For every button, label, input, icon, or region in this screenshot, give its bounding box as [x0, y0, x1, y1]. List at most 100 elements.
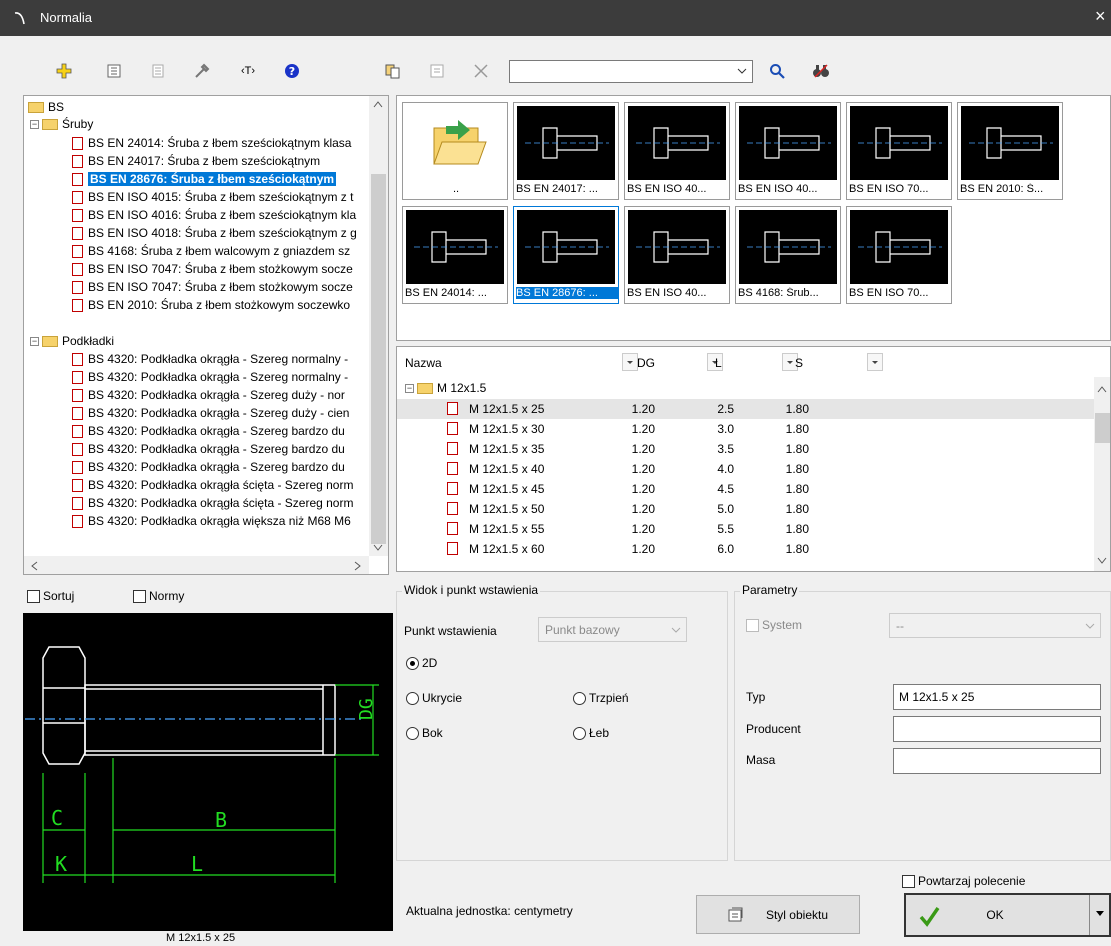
thumb-item[interactable]: BS EN ISO 70... [846, 102, 952, 200]
thumb-item[interactable]: BS EN 24017: ... [513, 102, 619, 200]
ok-dropdown[interactable] [1089, 895, 1109, 935]
filter-dropdown[interactable] [867, 353, 883, 371]
tree-item[interactable]: BS 4320: Podkładka okrągła - Szereg bard… [72, 422, 345, 440]
system-checkbox[interactable]: System [746, 618, 802, 633]
tree-item[interactable]: BS 4320: Podkładka okrągła ścięta - Szer… [72, 494, 353, 512]
tree-folder-podkladki[interactable]: − Podkładki [30, 332, 114, 350]
thumb-item[interactable]: BS EN 28676: ... [513, 206, 619, 304]
tree-item[interactable]: BS EN ISO 4018: Śruba z łbem sześciokątn… [72, 224, 357, 242]
tree-item[interactable]: BS EN ISO 7047: Śruba z łbem stożkowym s… [72, 278, 353, 296]
scroll-down-icon[interactable] [373, 544, 383, 552]
document-icon[interactable] [147, 60, 169, 82]
search-input[interactable] [513, 61, 733, 81]
radio-circle[interactable] [573, 727, 586, 741]
radio-circle[interactable] [406, 727, 419, 741]
table-row[interactable]: M 12x1.5 x 45 1.20 4.5 1.80 [397, 479, 1094, 499]
scroll-down-icon[interactable] [1097, 557, 1107, 565]
thumbnail-panel[interactable]: .. BS EN 24017: ... BS EN ISO 40... BS EN … [396, 95, 1111, 341]
scroll-thumb[interactable] [1095, 413, 1110, 443]
table-row[interactable]: M 12x1.5 x 50 1.20 5.0 1.80 [397, 499, 1094, 519]
tree-hscroll[interactable] [24, 556, 369, 574]
tools-icon[interactable] [191, 60, 213, 82]
scroll-left-icon[interactable] [30, 561, 38, 571]
tree-item[interactable]: BS 4320: Podkładka okrągła - Szereg duży… [72, 386, 345, 404]
chevron-down-icon[interactable] [1084, 620, 1096, 632]
properties-icon[interactable] [103, 60, 125, 82]
chevron-down-icon[interactable] [868, 354, 882, 370]
tree-item[interactable]: BS EN 28676: Śruba z łbem sześciokątnym [72, 170, 337, 188]
scroll-thumb[interactable] [371, 174, 386, 544]
chevron-down-icon[interactable] [736, 65, 748, 77]
tree-item[interactable]: BS 4168: Śruba z łbem walcowym z gniazde… [72, 242, 350, 260]
sort-checkbox[interactable]: Sortuj [27, 589, 74, 604]
collapse-icon[interactable]: − [30, 337, 39, 347]
norms-checkbox[interactable]: Normy [133, 589, 184, 604]
table-row[interactable]: M 12x1.5 x 25 1.20 2.5 1.80 [397, 399, 1094, 419]
grid-group[interactable]: − M 12x1.5 [405, 378, 486, 398]
tree-item[interactable]: BS EN 24017: Śruba z łbem sześciokątnym [72, 152, 320, 170]
thumb-item[interactable]: BS EN ISO 40... [624, 102, 730, 200]
table-row[interactable]: M 12x1.5 x 30 1.20 3.0 1.80 [397, 419, 1094, 439]
grid-vscroll[interactable] [1094, 377, 1110, 571]
ok-button[interactable]: OK [904, 893, 1111, 937]
insert-point-select[interactable]: Punkt bazowy [538, 617, 687, 642]
chevron-down-icon[interactable] [623, 354, 637, 370]
tree-item[interactable]: BS EN ISO 7047: Śruba z łbem stożkowym s… [72, 260, 353, 278]
tree-item[interactable]: BS 4320: Podkładka okrągła - Szereg norm… [72, 368, 348, 386]
table-row[interactable]: M 12x1.5 x 40 1.20 4.0 1.80 [397, 459, 1094, 479]
scroll-up-icon[interactable] [373, 100, 383, 108]
radio-circle[interactable] [406, 657, 419, 671]
table-row[interactable]: M 12x1.5 x 35 1.20 3.5 1.80 [397, 439, 1094, 459]
chevron-down-icon[interactable] [670, 624, 682, 636]
scroll-up-icon[interactable] [1097, 385, 1107, 393]
tree-vscroll[interactable] [369, 96, 388, 556]
collapse-icon[interactable]: − [30, 120, 39, 130]
radio-2d[interactable]: 2D [406, 656, 437, 671]
typ-field[interactable]: M 12x1.5 x 25 [893, 684, 1101, 710]
tree-item[interactable]: BS 4320: Podkładka okrągła - Szereg norm… [72, 350, 348, 368]
table-row[interactable]: M 12x1.5 x 55 1.20 5.5 1.80 [397, 519, 1094, 539]
radio-leb[interactable]: Łeb [573, 726, 609, 741]
chevron-down-icon[interactable] [1095, 910, 1105, 918]
filter-dropdown[interactable] [622, 353, 638, 371]
tree-item[interactable]: BS EN ISO 4016: Śruba z łbem sześciokątn… [72, 206, 356, 224]
search-combo[interactable] [509, 60, 753, 83]
repeat-checkbox[interactable]: Powtarzaj polecenie [902, 874, 1025, 889]
tree-item[interactable]: BS 4320: Podkładka okrągła większa niż M… [72, 512, 351, 530]
list-icon[interactable] [426, 60, 448, 82]
tree-item[interactable]: BS 4320: Podkładka okrągła - Szereg bard… [72, 458, 345, 476]
checkbox-box[interactable] [902, 875, 915, 889]
radio-circle[interactable] [573, 692, 586, 706]
masa-field[interactable] [893, 748, 1101, 774]
radio-trzpien[interactable]: Trzpień [573, 691, 629, 706]
thumb-item[interactable]: BS EN 24014: ... [402, 206, 508, 304]
radio-ukrycie[interactable]: Ukrycie [406, 691, 462, 706]
close-icon[interactable]: × [1095, 6, 1111, 27]
checkbox-box[interactable] [27, 590, 40, 604]
scroll-right-icon[interactable] [354, 561, 362, 571]
grid-header-dg[interactable]: DG [637, 356, 655, 370]
system-select[interactable]: -- [889, 613, 1101, 638]
thumb-item[interactable]: BS EN ISO 70... [846, 206, 952, 304]
search-icon[interactable] [766, 60, 788, 82]
delete-icon[interactable] [470, 60, 492, 82]
grid-header-l[interactable]: L [715, 356, 722, 370]
copy-icon[interactable] [382, 60, 404, 82]
tree-item[interactable]: BS 4320: Podkładka okrągła - Szereg duży… [72, 404, 349, 422]
thumb-item[interactable]: BS EN ISO 40... [624, 206, 730, 304]
checkbox-box[interactable] [746, 619, 759, 633]
radio-circle[interactable] [406, 692, 419, 706]
tree-item[interactable]: BS EN 24014: Śruba z łbem sześciokątnym … [72, 134, 351, 152]
thumb-up-folder[interactable]: .. [402, 102, 508, 200]
grid-header-nazwa[interactable]: Nazwa [405, 356, 442, 370]
parameter-grid[interactable]: Nazwa DG L S − M 12x1.5 M 12x1.5 x 25 1.20 2.5… [396, 346, 1111, 572]
help-icon[interactable]: ? [281, 60, 303, 82]
collapse-icon[interactable]: − [405, 384, 414, 394]
table-row[interactable]: M 12x1.5 x 60 1.20 6.0 1.80 [397, 539, 1094, 559]
thumb-item[interactable]: BS EN ISO 40... [735, 102, 841, 200]
tree-root[interactable]: BS [28, 98, 64, 116]
add-icon[interactable] [53, 60, 75, 82]
checkbox-box[interactable] [133, 590, 146, 604]
tree-item[interactable]: BS 4320: Podkładka okrągła ścięta - Szer… [72, 476, 353, 494]
tree-folder-sruby[interactable]: − Śruby [30, 115, 93, 133]
